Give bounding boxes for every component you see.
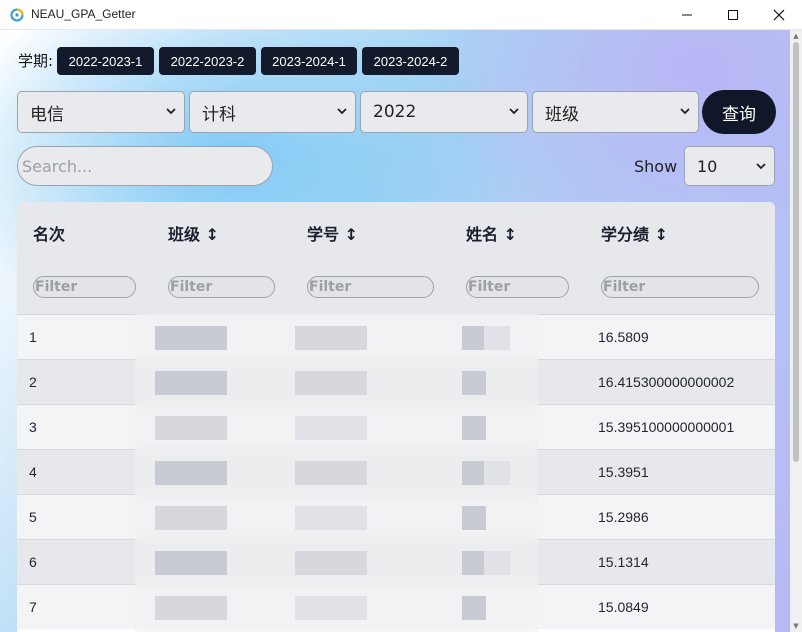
scroll-down-arrow-icon[interactable]: ▼	[792, 622, 800, 630]
filter-placeholder: Filter	[603, 279, 646, 295]
rank-cell: 2	[29, 374, 37, 390]
score-cell: 15.2986	[598, 509, 649, 525]
term-button-2023-2024-2[interactable]: 2023-2024-2	[362, 47, 459, 75]
redaction-block	[155, 461, 227, 485]
chevron-down-icon	[756, 163, 766, 170]
rank-cell: 5	[29, 509, 37, 525]
redaction-block	[155, 551, 227, 575]
redaction-block	[462, 416, 486, 440]
title-bar: NEAU_GPA_Getter	[0, 0, 802, 30]
rank-cell: 1	[29, 329, 37, 345]
vertical-scrollbar[interactable]: ▲ ▼	[790, 30, 802, 632]
table-header: 名次 班级 ↕ 学号 ↕ 姓名 ↕ 学分绩 ↕ Filter Filter Fi…	[17, 202, 775, 314]
minimize-icon	[682, 14, 692, 16]
filter-placeholder: Filter	[35, 279, 78, 295]
minimize-button[interactable]	[664, 0, 710, 30]
term-button-2022-2023-1[interactable]: 2022-2023-1	[57, 47, 154, 75]
redaction-block	[484, 551, 510, 575]
class-select[interactable]: 班级	[532, 91, 699, 133]
redaction-block	[462, 326, 484, 350]
column-header-class[interactable]: 班级 ↕	[168, 221, 219, 245]
redaction-block	[155, 506, 227, 530]
redaction-block	[484, 461, 510, 485]
app-logo-icon	[10, 8, 24, 22]
filter-input-name[interactable]: Filter	[466, 276, 569, 298]
redaction-block	[155, 416, 227, 440]
close-button[interactable]	[756, 0, 802, 30]
rank-cell: 4	[29, 464, 37, 480]
scroll-up-arrow-icon[interactable]: ▲	[792, 32, 800, 40]
redaction-block	[462, 506, 486, 530]
column-header-rank[interactable]: 名次	[33, 221, 65, 245]
score-cell: 16.415300000000002	[598, 374, 735, 390]
college-select[interactable]: 电信	[17, 91, 185, 133]
redaction-block	[462, 461, 484, 485]
redaction-block	[155, 596, 227, 620]
term-button-2023-2024-1[interactable]: 2023-2024-1	[261, 47, 357, 75]
close-icon	[773, 9, 785, 21]
redaction-block	[295, 551, 367, 575]
maximize-button[interactable]	[710, 0, 756, 30]
chevron-down-icon	[337, 108, 347, 115]
ranking-table: 名次 班级 ↕ 学号 ↕ 姓名 ↕ 学分绩 ↕ Filter Filter Fi…	[17, 202, 775, 632]
redaction-block	[155, 371, 227, 395]
search-input[interactable]: Search...	[17, 146, 273, 186]
rank-cell: 6	[29, 554, 37, 570]
term-button-2022-2023-2[interactable]: 2022-2023-2	[159, 47, 256, 75]
show-label: Show	[634, 157, 678, 176]
chevron-down-icon	[166, 108, 176, 115]
page-size-select[interactable]: 10	[684, 146, 775, 186]
redaction-block	[484, 326, 510, 350]
redaction-block	[462, 371, 486, 395]
redaction-block	[295, 416, 367, 440]
redaction-block	[295, 326, 367, 350]
score-cell: 15.1314	[598, 554, 649, 570]
chevron-down-icon	[680, 108, 690, 115]
rank-cell: 7	[29, 599, 37, 615]
maximize-icon	[728, 10, 738, 20]
score-cell: 16.5809	[598, 329, 649, 345]
app-content: 学期: 2022-2023-1 2022-2023-2 2023-2024-1 …	[0, 30, 790, 632]
filter-placeholder: Filter	[170, 279, 213, 295]
grade-select-value: 2022	[373, 102, 417, 122]
filter-input-rank[interactable]: Filter	[33, 276, 136, 298]
redaction-block	[295, 461, 367, 485]
major-select-value: 计科	[202, 104, 236, 125]
filter-input-class[interactable]: Filter	[168, 276, 275, 298]
filter-placeholder: Filter	[309, 279, 352, 295]
redacted-region	[135, 314, 538, 632]
column-header-score[interactable]: 学分绩 ↕	[601, 221, 668, 245]
term-label: 学期:	[18, 52, 54, 70]
window-title: NEAU_GPA_Getter	[31, 7, 136, 21]
redaction-block	[295, 371, 367, 395]
redaction-block	[462, 596, 486, 620]
scrollbar-thumb[interactable]	[793, 42, 799, 462]
redaction-block	[295, 506, 367, 530]
chevron-down-icon	[509, 108, 519, 115]
redaction-block	[462, 551, 484, 575]
score-cell: 15.395100000000001	[598, 419, 735, 435]
class-select-value: 班级	[545, 104, 579, 125]
score-cell: 15.0849	[598, 599, 649, 615]
grade-select[interactable]: 2022	[360, 91, 528, 133]
major-select[interactable]: 计科	[189, 91, 356, 133]
column-header-name[interactable]: 姓名 ↕	[466, 221, 517, 245]
redaction-block	[155, 326, 227, 350]
page-size-value: 10	[697, 156, 718, 176]
rank-cell: 3	[29, 419, 37, 435]
search-placeholder: Search...	[22, 156, 93, 176]
filter-placeholder: Filter	[468, 279, 511, 295]
filter-input-score[interactable]: Filter	[601, 276, 759, 298]
redaction-block	[295, 596, 367, 620]
score-cell: 15.3951	[598, 464, 649, 480]
query-button[interactable]: 查询	[702, 90, 776, 134]
column-header-student-id[interactable]: 学号 ↕	[307, 221, 358, 245]
college-select-value: 电信	[30, 104, 64, 125]
filter-input-student-id[interactable]: Filter	[307, 276, 434, 298]
